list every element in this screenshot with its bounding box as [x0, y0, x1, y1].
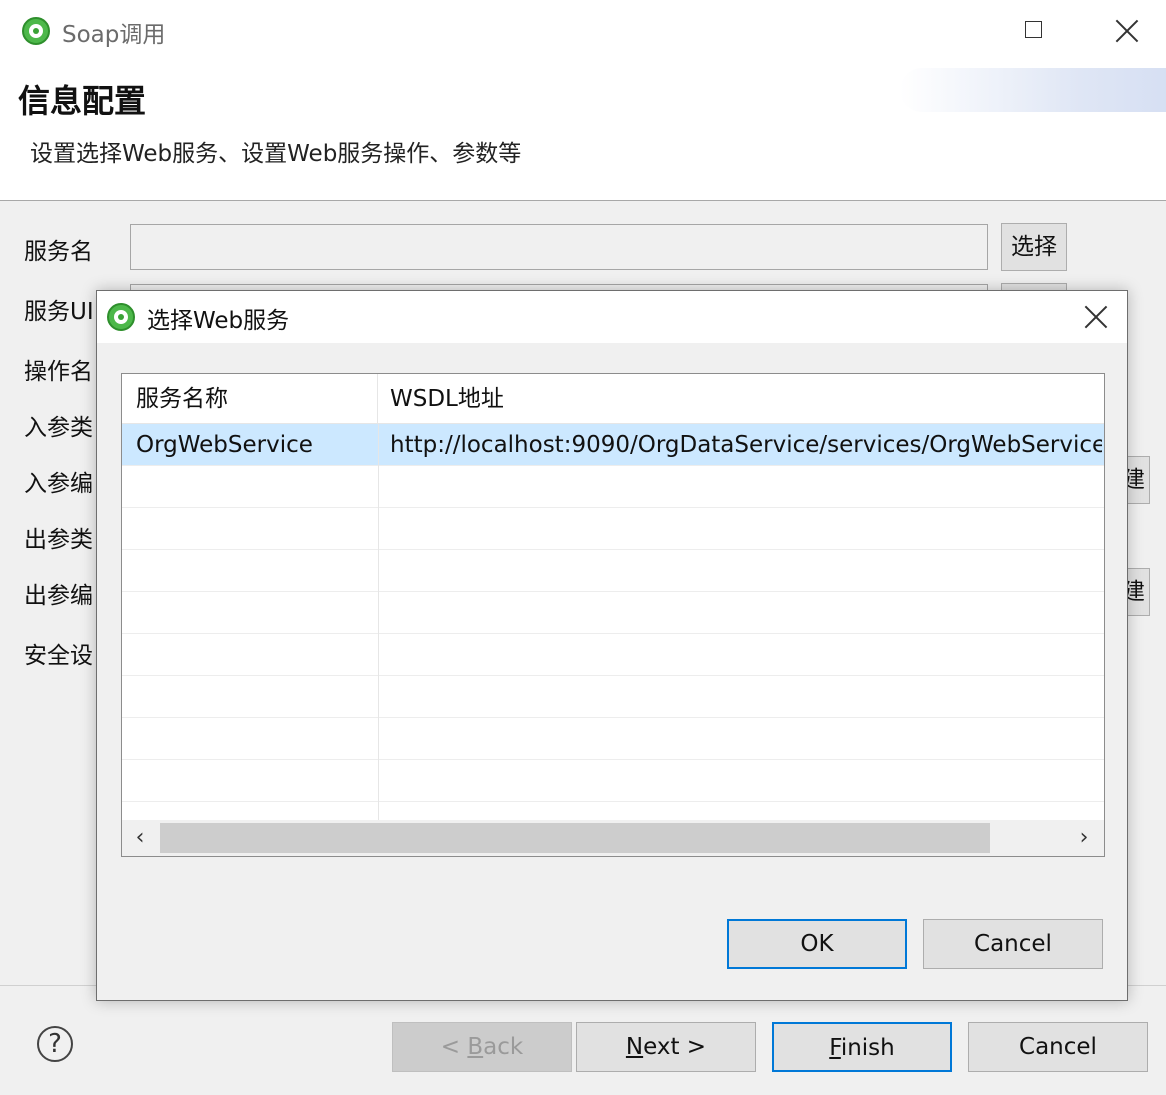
- table-row-empty: [122, 676, 1104, 718]
- service-url-label: 服务UI: [24, 299, 94, 325]
- security-settings-label: 安全设: [24, 643, 93, 669]
- window-title: Soap调用: [62, 22, 166, 48]
- page-description: 设置选择Web服务、设置Web服务操作、参数等: [30, 141, 522, 167]
- scrollbar-thumb[interactable]: [160, 823, 990, 853]
- back-button[interactable]: < Back: [392, 1022, 572, 1072]
- dialog-ok-button[interactable]: OK: [727, 919, 907, 969]
- scroll-left-arrow-icon[interactable]: ‹: [128, 826, 152, 850]
- maximize-button[interactable]: [1011, 10, 1057, 50]
- service-name-input[interactable]: [130, 224, 988, 270]
- column-header-service-name[interactable]: 服务名称: [122, 374, 378, 424]
- dialog-titlebar: 选择Web服务: [97, 291, 1127, 343]
- finish-button-label: Finish: [829, 1035, 895, 1061]
- app-logo-icon: [22, 17, 50, 45]
- table-row-empty: [122, 508, 1104, 550]
- output-param-edit-label: 出参编: [24, 583, 93, 609]
- column-divider: [378, 424, 379, 820]
- table-row-empty: [122, 550, 1104, 592]
- next-button[interactable]: Next >: [576, 1022, 756, 1072]
- column-header-wsdl[interactable]: WSDL地址: [378, 374, 1104, 424]
- close-dialog-button[interactable]: [1075, 297, 1119, 337]
- web-service-table: 服务名称 WSDL地址 OrgWebService http://localho…: [121, 373, 1105, 857]
- close-icon: [1114, 18, 1140, 44]
- table-row-empty: [122, 592, 1104, 634]
- operation-name-label: 操作名: [24, 359, 93, 385]
- window-titlebar: Soap调用: [0, 0, 1166, 62]
- dialog-title: 选择Web服务: [147, 308, 290, 334]
- maximize-icon: [1025, 21, 1042, 38]
- wizard-cancel-button[interactable]: Cancel: [968, 1022, 1148, 1072]
- table-row-empty: [122, 634, 1104, 676]
- horizontal-scrollbar[interactable]: ‹ ›: [122, 820, 1104, 856]
- finish-button[interactable]: Finish: [772, 1022, 952, 1072]
- dialog-logo-icon: [107, 303, 135, 331]
- table-row-empty: [122, 718, 1104, 760]
- wsdl-url-cell: http://localhost:9090/OrgDataService/ser…: [390, 432, 1102, 458]
- service-name-cell: OrgWebService: [136, 432, 313, 458]
- table-row[interactable]: OrgWebService http://localhost:9090/OrgD…: [122, 424, 1104, 466]
- table-row-empty: [122, 760, 1104, 802]
- close-window-button[interactable]: [1104, 10, 1150, 50]
- output-param-type-label: 出参类: [24, 527, 93, 553]
- select-service-button[interactable]: 选择: [1001, 223, 1067, 271]
- back-button-label: < Back: [440, 1034, 524, 1060]
- scroll-right-arrow-icon[interactable]: ›: [1072, 826, 1096, 850]
- table-row-empty: [122, 466, 1104, 508]
- header-decoration: [900, 68, 1166, 112]
- close-icon: [1083, 304, 1109, 330]
- input-param-edit-label: 入参编: [24, 471, 93, 497]
- page-title: 信息配置: [18, 82, 147, 120]
- help-icon[interactable]: ?: [37, 1026, 73, 1062]
- next-button-label: Next >: [625, 1034, 707, 1060]
- wizard-header: 信息配置 设置选择Web服务、设置Web服务操作、参数等: [0, 62, 1166, 201]
- service-name-label: 服务名: [24, 239, 93, 265]
- input-param-type-label: 入参类: [24, 415, 93, 441]
- select-web-service-dialog: 选择Web服务 服务名称 WSDL地址 OrgWebService http:/…: [96, 290, 1128, 1001]
- wizard-cancel-label: Cancel: [1019, 1034, 1097, 1060]
- dialog-cancel-button[interactable]: Cancel: [923, 919, 1103, 969]
